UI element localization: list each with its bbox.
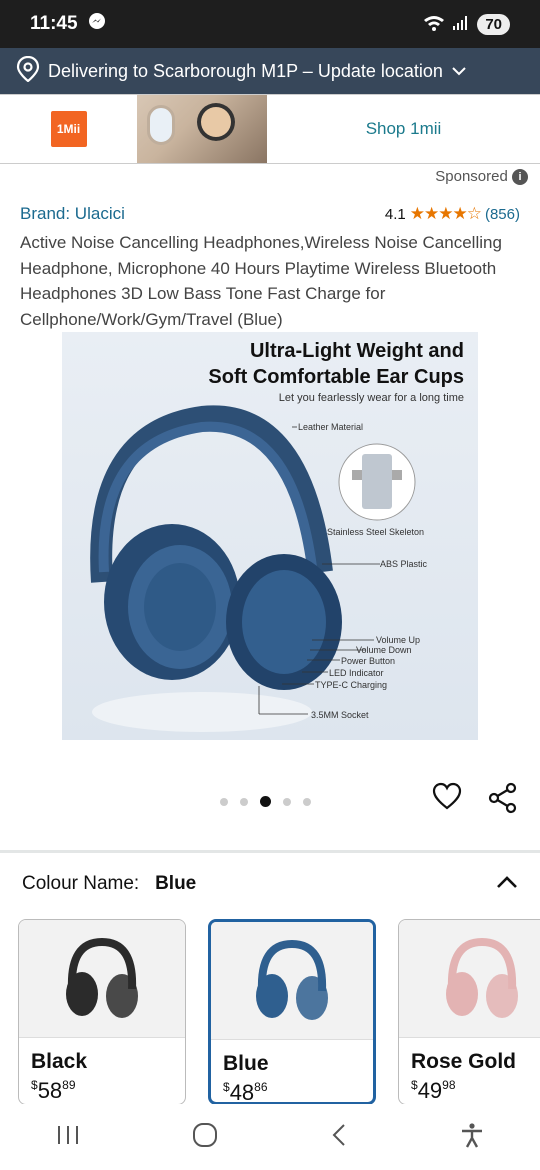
battery-indicator: 70 <box>477 13 510 35</box>
label-volume-up: Volume Up <box>376 635 421 645</box>
brand-rating-row: Brand: Ulacici 4.1 ★★★★☆ (856) <box>0 190 540 224</box>
label-volume-down: Volume Down <box>356 645 412 655</box>
label-leather: Leather Material <box>298 422 364 432</box>
share-icon[interactable] <box>487 782 519 814</box>
product-title: Active Noise Cancelling Headphones,Wirel… <box>20 233 502 329</box>
label-power: Power Button <box>341 656 396 666</box>
star-rating-icon: ★★★★☆ <box>409 204 482 223</box>
location-pin-icon <box>16 55 40 87</box>
shop-brand-link[interactable]: Shop 1mii <box>267 95 540 163</box>
carousel-dot[interactable] <box>283 797 291 806</box>
carousel-dot[interactable] <box>303 797 311 806</box>
person-with-headphones-graphic <box>197 103 235 141</box>
back-icon[interactable] <box>330 1123 348 1152</box>
brand-link[interactable]: Brand: Ulacici <box>20 204 125 224</box>
label-typec: TYPE-C Charging <box>315 680 388 690</box>
carousel-dots[interactable] <box>220 796 311 807</box>
carousel-dot[interactable] <box>240 797 248 806</box>
accessibility-icon[interactable] <box>460 1122 484 1153</box>
price-dollars: 58 <box>37 1078 63 1103</box>
signal-icon <box>453 15 469 33</box>
carousel-dot[interactable] <box>220 797 228 806</box>
swatch-price: $4998 <box>399 1074 540 1104</box>
price-dollars: 49 <box>417 1078 443 1103</box>
sponsored-label-row[interactable]: Sponsored i <box>0 164 540 190</box>
price-dollars: 48 <box>229 1080 255 1105</box>
label-led: LED Indicator <box>329 668 384 678</box>
carousel-controls <box>0 740 540 850</box>
colour-label: Colour Name: <box>22 873 140 894</box>
system-navigation-bar <box>0 1104 540 1170</box>
headphones-icon <box>446 937 518 1018</box>
swatch-name: Blue <box>223 1052 269 1075</box>
label-abs: ABS Plastic <box>380 559 428 569</box>
swatch-name: Rose Gold <box>411 1050 517 1073</box>
messenger-icon <box>88 12 106 36</box>
sponsored-ad-banner[interactable]: 1Mii Shop 1mii <box>0 94 540 164</box>
chevron-up-icon[interactable] <box>496 873 518 895</box>
product-image[interactable]: Ultra-Light Weight and Soft Comfortable … <box>62 332 478 740</box>
swatch-image <box>399 920 540 1038</box>
colour-swatch-black[interactable]: Black $5889 <box>18 919 186 1105</box>
status-bar: 11:45 70 <box>0 0 540 48</box>
price-currency: $ <box>411 1078 418 1092</box>
colour-swatch-rose-gold[interactable]: Rose Gold $4998 <box>398 919 540 1105</box>
colour-swatches: Black $5889 Blue $4886 Rose Gold $4998 <box>0 915 540 1105</box>
colour-selected-value: Blue <box>155 873 197 894</box>
ad-image[interactable] <box>137 95 267 163</box>
price-cents: 86 <box>254 1080 268 1094</box>
airplane-window-graphic <box>147 105 175 145</box>
brand-logo: 1Mii <box>50 111 87 147</box>
rating-summary[interactable]: 4.1 ★★★★☆ (856) <box>385 204 520 224</box>
carousel-dot[interactable] <box>260 796 271 807</box>
info-icon[interactable]: i <box>512 169 528 186</box>
label-steel: Stainless Steel Skeleton <box>327 527 425 537</box>
home-icon[interactable] <box>192 1122 218 1153</box>
rating-value: 4.1 <box>384 205 406 223</box>
recent-apps-icon[interactable] <box>56 1124 80 1151</box>
swatch-name: Black <box>31 1050 88 1073</box>
price-currency: $ <box>223 1080 230 1094</box>
price-cents: 89 <box>62 1078 76 1092</box>
headphones-icon <box>256 939 328 1020</box>
label-socket: 3.5MM Socket <box>311 710 369 720</box>
colour-selector-header[interactable]: Colour Name: Blue <box>0 853 540 915</box>
ad-logo-area[interactable]: 1Mii <box>0 95 137 163</box>
price-cents: 98 <box>442 1078 456 1092</box>
chevron-down-icon <box>451 61 467 82</box>
swatch-image <box>211 922 373 1040</box>
headphones-icon <box>66 937 138 1018</box>
location-bar[interactable]: Delivering to Scarborough M1P – Update l… <box>0 48 540 94</box>
sponsored-label: Sponsored <box>435 168 508 185</box>
colour-swatch-blue[interactable]: Blue $4886 <box>208 919 376 1105</box>
heart-icon[interactable] <box>432 782 462 812</box>
rating-count[interactable]: (856) <box>485 206 520 223</box>
status-time: 11:45 <box>30 13 78 34</box>
swatch-image <box>19 920 185 1038</box>
wifi-icon <box>423 15 445 34</box>
location-text: Delivering to Scarborough M1P – Update l… <box>48 60 443 81</box>
colour-label-group: Colour Name: Blue <box>22 873 196 895</box>
price-currency: $ <box>31 1078 38 1092</box>
swatch-price: $5889 <box>19 1074 185 1104</box>
swatch-price: $4886 <box>211 1076 373 1105</box>
